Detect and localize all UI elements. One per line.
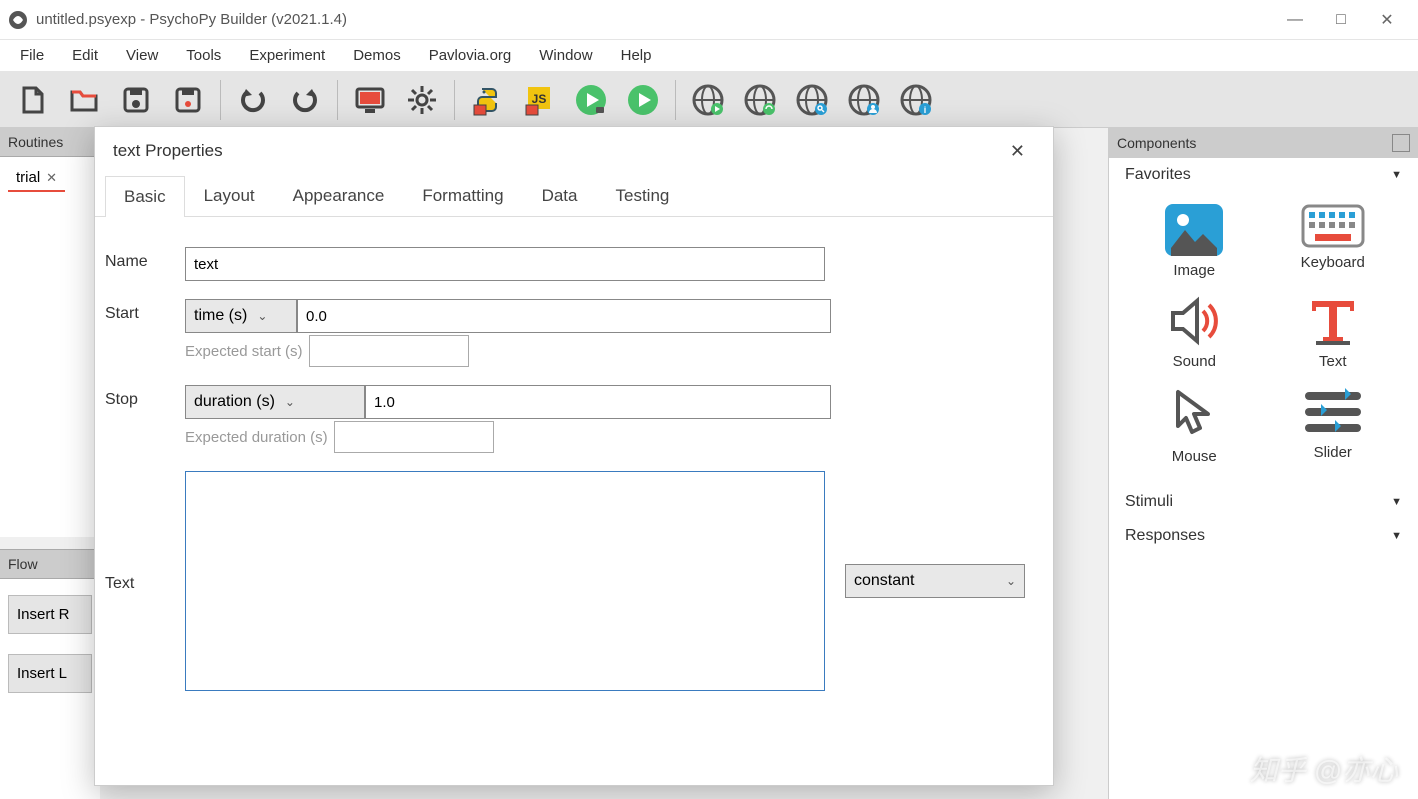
text-textarea[interactable] bbox=[185, 471, 825, 691]
pavlovia-sync-icon[interactable] bbox=[736, 76, 784, 124]
chevron-down-icon: ▼ bbox=[1391, 530, 1402, 542]
new-file-icon[interactable] bbox=[8, 76, 56, 124]
insert-routine-button[interactable]: Insert R bbox=[8, 595, 92, 634]
tab-appearance[interactable]: Appearance bbox=[274, 175, 404, 216]
components-section-favorites[interactable]: Favorites▼ bbox=[1109, 158, 1418, 192]
tab-layout[interactable]: Layout bbox=[185, 175, 274, 216]
tab-formatting[interactable]: Formatting bbox=[403, 175, 522, 216]
menu-view[interactable]: View bbox=[114, 43, 170, 68]
menu-file[interactable]: File bbox=[8, 43, 56, 68]
run-online-icon[interactable] bbox=[619, 76, 667, 124]
start-type-select[interactable]: time (s)⌄ bbox=[185, 299, 297, 333]
redo-icon[interactable] bbox=[281, 76, 329, 124]
toolbar: JS i bbox=[0, 72, 1418, 128]
component-label: Slider bbox=[1314, 444, 1352, 461]
text-update-select[interactable]: constant⌄ bbox=[845, 564, 1025, 598]
start-label: Start bbox=[105, 299, 185, 323]
dialog-tabs: Basic Layout Appearance Formatting Data … bbox=[95, 175, 1053, 217]
menu-pavlovia[interactable]: Pavlovia.org bbox=[417, 43, 524, 68]
svg-text:i: i bbox=[924, 105, 927, 115]
name-input[interactable] bbox=[185, 247, 825, 281]
chevron-down-icon: ▼ bbox=[1391, 496, 1402, 508]
close-icon[interactable]: ✕ bbox=[46, 170, 57, 186]
tab-data[interactable]: Data bbox=[523, 175, 597, 216]
compile-python-icon[interactable] bbox=[463, 76, 511, 124]
dialog-close-button[interactable]: ✕ bbox=[1000, 135, 1035, 168]
close-button[interactable]: ✕ bbox=[1364, 0, 1410, 40]
flow-panel: Insert R Insert L bbox=[0, 579, 100, 799]
component-label: Keyboard bbox=[1301, 254, 1365, 271]
components-section-responses[interactable]: Responses▼ bbox=[1109, 519, 1418, 553]
stop-value-input[interactable] bbox=[365, 385, 831, 419]
flow-panel-header: Flow bbox=[0, 549, 100, 579]
component-slider[interactable]: Slider bbox=[1264, 382, 1403, 469]
save-as-icon[interactable] bbox=[164, 76, 212, 124]
menu-demos[interactable]: Demos bbox=[341, 43, 413, 68]
component-keyboard[interactable]: Keyboard bbox=[1264, 200, 1403, 283]
routines-panel: trial ✕ bbox=[0, 157, 100, 537]
text-label: Text bbox=[105, 569, 185, 593]
component-label: Text bbox=[1319, 353, 1347, 370]
expected-start-input[interactable] bbox=[309, 335, 469, 367]
expected-duration-label: Expected duration (s) bbox=[185, 429, 328, 446]
pavlovia-user-icon[interactable] bbox=[840, 76, 888, 124]
titlebar: untitled.psyexp - PsychoPy Builder (v202… bbox=[0, 0, 1418, 40]
maximize-button[interactable]: □ bbox=[1318, 0, 1364, 40]
stop-label: Stop bbox=[105, 385, 185, 409]
expected-start-label: Expected start (s) bbox=[185, 343, 303, 360]
components-panel: Components Favorites▼ Image Keyboard So bbox=[1108, 128, 1418, 799]
stop-type-select[interactable]: duration (s)⌄ bbox=[185, 385, 365, 419]
component-label: Image bbox=[1173, 262, 1215, 279]
window-title: untitled.psyexp - PsychoPy Builder (v202… bbox=[36, 11, 1272, 28]
pavlovia-search-icon[interactable] bbox=[788, 76, 836, 124]
app-icon bbox=[8, 10, 28, 30]
monitor-icon[interactable] bbox=[346, 76, 394, 124]
component-image[interactable]: Image bbox=[1125, 200, 1264, 283]
component-text[interactable]: Text bbox=[1264, 291, 1403, 374]
name-label: Name bbox=[105, 247, 185, 271]
save-icon[interactable] bbox=[112, 76, 160, 124]
settings-icon[interactable] bbox=[398, 76, 446, 124]
menu-window[interactable]: Window bbox=[527, 43, 604, 68]
routine-tab-label: trial bbox=[16, 169, 40, 186]
open-folder-icon[interactable] bbox=[60, 76, 108, 124]
minimize-button[interactable]: — bbox=[1272, 0, 1318, 40]
routines-panel-header: Routines bbox=[0, 128, 100, 157]
tab-testing[interactable]: Testing bbox=[596, 175, 688, 216]
menu-help[interactable]: Help bbox=[609, 43, 664, 68]
chevron-down-icon: ⌄ bbox=[257, 309, 267, 323]
routine-tab-trial[interactable]: trial ✕ bbox=[8, 165, 65, 192]
chevron-down-icon: ⌄ bbox=[1006, 574, 1016, 588]
svg-text:JS: JS bbox=[532, 92, 547, 106]
undo-icon[interactable] bbox=[229, 76, 277, 124]
menu-tools[interactable]: Tools bbox=[174, 43, 233, 68]
compile-js-icon[interactable]: JS bbox=[515, 76, 563, 124]
component-label: Mouse bbox=[1172, 448, 1217, 465]
menu-edit[interactable]: Edit bbox=[60, 43, 110, 68]
expected-duration-input[interactable] bbox=[334, 421, 494, 453]
components-header: Components bbox=[1117, 135, 1196, 151]
dialog-title: text Properties bbox=[113, 141, 223, 161]
panel-layout-icon[interactable] bbox=[1392, 134, 1410, 152]
tab-basic[interactable]: Basic bbox=[105, 176, 185, 217]
chevron-down-icon: ▼ bbox=[1391, 169, 1402, 181]
run-icon[interactable] bbox=[567, 76, 615, 124]
chevron-down-icon: ⌄ bbox=[285, 395, 295, 409]
component-label: Sound bbox=[1173, 353, 1216, 370]
menu-experiment[interactable]: Experiment bbox=[237, 43, 337, 68]
insert-loop-button[interactable]: Insert L bbox=[8, 654, 92, 693]
component-mouse[interactable]: Mouse bbox=[1125, 382, 1264, 469]
properties-dialog: text Properties ✕ Basic Layout Appearanc… bbox=[94, 126, 1054, 786]
component-sound[interactable]: Sound bbox=[1125, 291, 1264, 374]
components-section-stimuli[interactable]: Stimuli▼ bbox=[1109, 485, 1418, 519]
start-value-input[interactable] bbox=[297, 299, 831, 333]
menubar: File Edit View Tools Experiment Demos Pa… bbox=[0, 40, 1418, 72]
pavlovia-run-icon[interactable] bbox=[684, 76, 732, 124]
pavlovia-info-icon[interactable]: i bbox=[892, 76, 940, 124]
